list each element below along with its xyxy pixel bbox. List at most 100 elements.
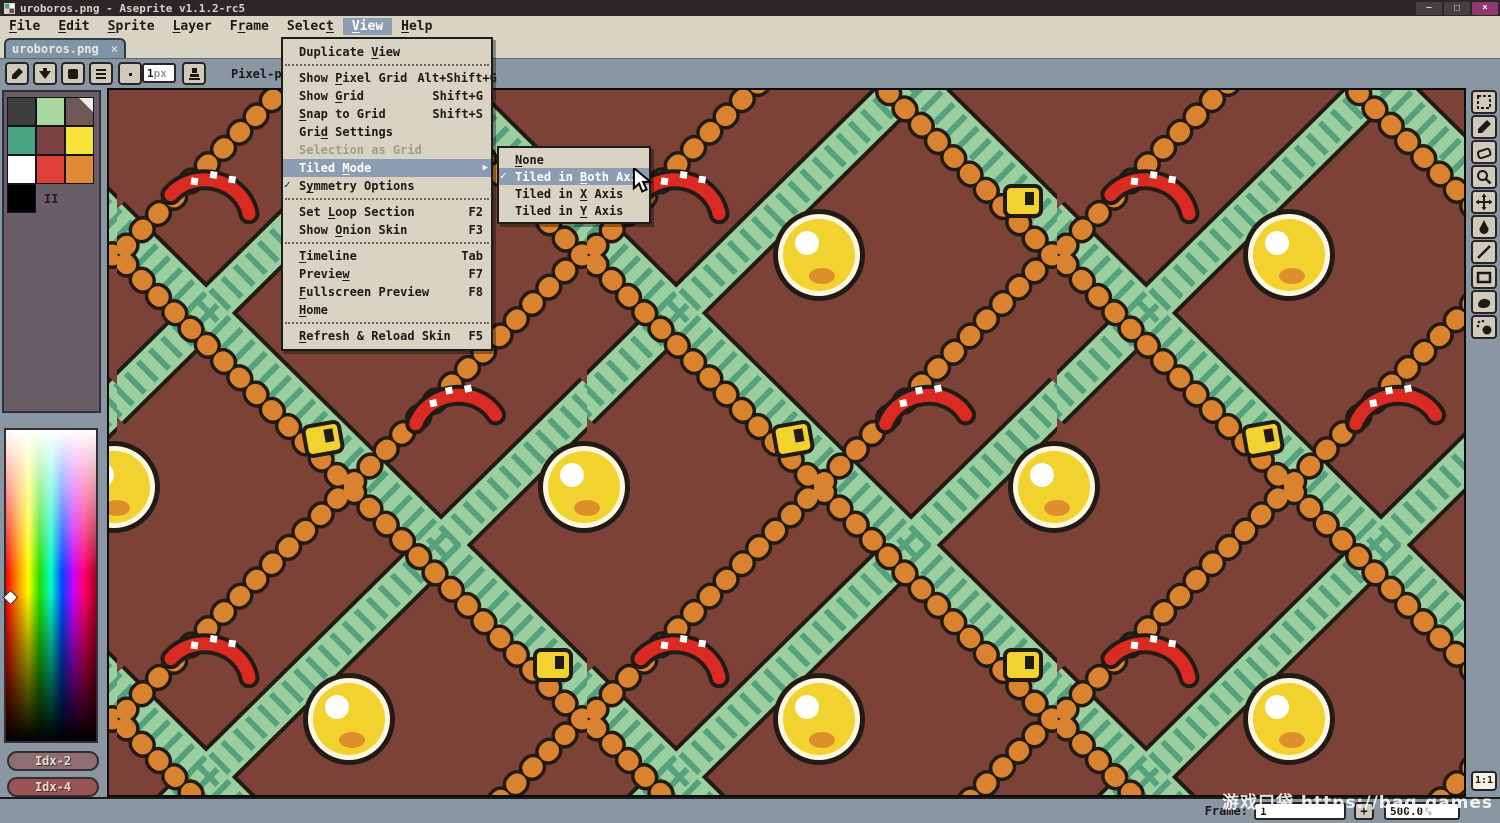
palette-swatch[interactable] [36, 155, 65, 184]
stamp-icon [189, 67, 200, 80]
menu-separator [285, 242, 489, 244]
foreground-color-button[interactable]: Idx-2 [7, 751, 99, 771]
menu-item-show-onion-skin[interactable]: Show Onion Skin F3 [283, 221, 491, 239]
app-icon [4, 2, 15, 14]
tool-move[interactable] [1471, 190, 1497, 214]
tool-rectangle[interactable] [1471, 265, 1497, 289]
menu-item-refresh-reload-skin[interactable]: Refresh & Reload Skin F5 [283, 327, 491, 345]
color-spectrum-picker[interactable] [2, 428, 98, 743]
menu-lines-icon [96, 68, 106, 79]
tiled-mode-submenu: None ✓ Tiled in Both Axis Tiled in X Axis… [497, 146, 651, 224]
check-icon: ✓ [500, 169, 507, 182]
menu-sprite[interactable]: Sprite [99, 18, 164, 35]
menu-item-set-loop-section[interactable]: Set Loop Section F2 [283, 203, 491, 221]
ink-opacity-button[interactable] [33, 62, 57, 85]
window-title: uroboros.png - Aseprite v1.1.2-rc5 [20, 1, 246, 15]
palette-swatch[interactable] [7, 184, 36, 213]
submenu-item-tiled-x-axis[interactable]: Tiled in X Axis [499, 185, 649, 202]
menu-item-symmetry-options[interactable]: ✓ Symmetry Options [283, 177, 491, 195]
tab-label: uroboros.png [12, 42, 99, 56]
background-color-button[interactable]: Idx-4 [7, 777, 99, 797]
tool-palette: 1:1 [1468, 88, 1500, 797]
rectangle-icon [1476, 271, 1492, 284]
menu-item-tiled-mode[interactable]: Tiled Mode ▶ [283, 159, 491, 177]
view-menu-popup: Duplicate View Show Pixel Grid Alt+Shift+… [281, 37, 497, 351]
menu-separator [285, 198, 489, 200]
watermark-text: 游戏口袋 https://bag.games [1222, 793, 1494, 813]
brush-type-button[interactable] [61, 62, 85, 85]
ink-drop-icon [1479, 220, 1489, 234]
submenu-item-none[interactable]: None [499, 151, 649, 168]
tool-paint-bucket[interactable] [1471, 215, 1497, 239]
menu-separator [285, 322, 489, 324]
arrow-down-icon [39, 67, 51, 79]
maximize-button[interactable]: □ [1444, 2, 1470, 15]
tool-eraser[interactable] [1471, 140, 1497, 164]
menu-view[interactable]: View [342, 17, 393, 35]
menu-item-show-pixel-grid[interactable]: Show Pixel Grid Alt+Shift+G [283, 69, 497, 87]
menu-frame[interactable]: Frame [221, 18, 278, 35]
menu-item-show-grid[interactable]: Show Grid Shift+G [283, 87, 491, 105]
menu-item-duplicate-view[interactable]: Duplicate View [283, 43, 491, 61]
palette-swatch[interactable] [36, 97, 65, 126]
submenu-item-tiled-both-axis[interactable]: ✓ Tiled in Both Axis [499, 168, 649, 185]
minimize-button[interactable]: – [1416, 2, 1442, 15]
pen-icon [12, 67, 23, 79]
brush-preview-button[interactable] [118, 62, 142, 85]
submenu-item-tiled-y-axis[interactable]: Tiled in Y Axis [499, 202, 649, 219]
menu-bar: File Edit Sprite Layer Frame Select View… [0, 16, 1500, 36]
tool-contour[interactable] [1471, 290, 1497, 314]
pencil-icon [1478, 120, 1491, 133]
blob-icon [1478, 298, 1491, 308]
menu-item-home[interactable]: Home [283, 301, 491, 319]
left-panel: II Idx-2 Idx-4 [0, 88, 105, 797]
brush-size-value: 1 [147, 66, 154, 80]
tool-pencil[interactable] [1471, 115, 1497, 139]
title-bar[interactable]: uroboros.png - Aseprite v1.1.2-rc5 – □ × [0, 0, 1500, 16]
tool-rectangular-marquee[interactable] [1471, 90, 1497, 114]
menu-separator [285, 64, 489, 66]
aseprite-window: uroboros.png - Aseprite v1.1.2-rc5 – □ ×… [0, 0, 1500, 823]
menu-file[interactable]: File [0, 18, 49, 35]
ink-button[interactable] [182, 62, 206, 85]
menu-item-grid-settings[interactable]: Grid Settings [283, 123, 491, 141]
brush-size-unit: px [153, 66, 167, 80]
menu-edit[interactable]: Edit [49, 18, 98, 35]
menu-item-preview[interactable]: Preview F7 [283, 265, 491, 283]
menu-item-timeline[interactable]: Timeline Tab [283, 247, 491, 265]
palette-swatch[interactable] [7, 97, 36, 126]
palette-swatch[interactable] [65, 155, 94, 184]
tool-spray[interactable] [1471, 315, 1497, 339]
palette-swatch[interactable] [65, 126, 94, 155]
menu-item-fullscreen-preview[interactable]: Fullscreen Preview F8 [283, 283, 491, 301]
tab-close-icon[interactable]: × [111, 42, 118, 56]
tool-zoom[interactable] [1471, 165, 1497, 189]
menu-help[interactable]: Help [392, 18, 441, 35]
options-button[interactable] [89, 62, 113, 85]
brush-size-input[interactable]: 1 px [142, 63, 176, 83]
palette-index-marker: II [44, 192, 59, 206]
tab-bar: uroboros.png × [0, 36, 1500, 58]
dot-icon [129, 72, 132, 76]
spectrum-marker[interactable] [2, 589, 19, 606]
palette-swatch[interactable] [36, 126, 65, 155]
filled-square-icon [68, 68, 78, 79]
check-icon: ✓ [284, 178, 291, 191]
ink-type-button[interactable] [5, 62, 29, 85]
tab-uroboros[interactable]: uroboros.png × [4, 38, 126, 58]
magnifier-icon [1477, 170, 1492, 185]
spray-icon [1476, 319, 1492, 335]
palette-swatch[interactable] [7, 126, 36, 155]
submenu-arrow-icon: ▶ [482, 163, 488, 173]
move-icon [1475, 193, 1493, 211]
menu-item-selection-as-grid: Selection as Grid [299, 143, 422, 157]
palette-swatch[interactable] [65, 97, 94, 126]
menu-layer[interactable]: Layer [164, 18, 221, 35]
line-icon [1477, 245, 1491, 259]
menu-item-snap-to-grid[interactable]: Snap to Grid Shift+S [283, 105, 491, 123]
tool-line[interactable] [1471, 240, 1497, 264]
menu-select[interactable]: Select [278, 18, 343, 35]
close-button[interactable]: × [1472, 2, 1498, 15]
marquee-icon [1477, 95, 1491, 109]
palette-swatch[interactable] [7, 155, 36, 184]
